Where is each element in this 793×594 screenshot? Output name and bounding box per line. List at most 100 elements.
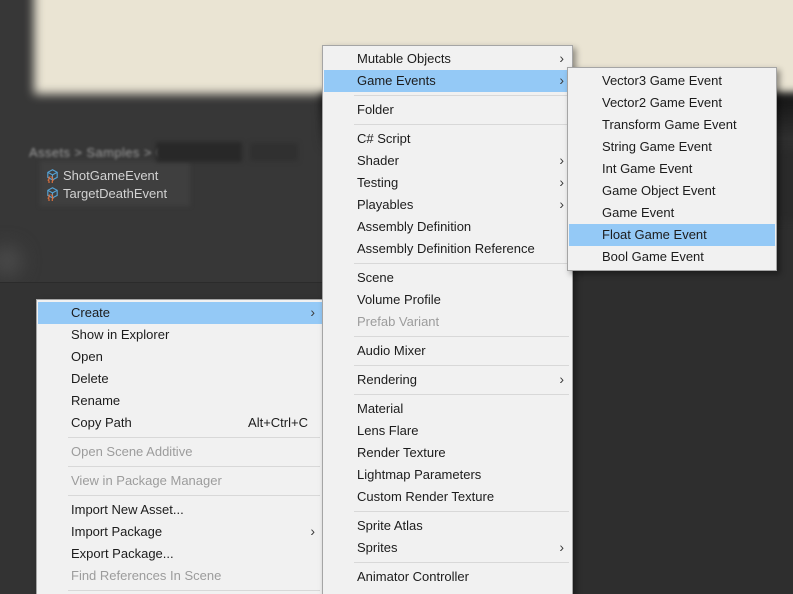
menu-item-c#-script[interactable]: C# Script: [324, 128, 571, 150]
menu-item-label: Custom Render Texture: [357, 489, 495, 504]
menu-item-rendering[interactable]: Rendering ›: [324, 369, 571, 391]
menu-item-bool-game-event[interactable]: Bool Game Event: [569, 246, 775, 268]
menu-item-label: Find References In Scene: [71, 568, 222, 583]
menu-item-animator-controller[interactable]: Animator Controller: [324, 566, 571, 588]
menu-separator: [68, 437, 320, 438]
menu-item-label: Copy Path: [71, 415, 132, 430]
menu-item-game-event[interactable]: Game Event: [569, 202, 775, 224]
menu-item-label: Rendering: [357, 372, 417, 387]
menu-item-testing[interactable]: Testing ›: [324, 172, 571, 194]
menu-separator: [68, 495, 320, 496]
submenu-arrow-icon: ›: [559, 539, 564, 555]
menu-item-label: Open: [71, 349, 103, 364]
menu-item-prefab-variant: Prefab Variant: [324, 311, 571, 333]
menu-item-label: Scene: [357, 270, 394, 285]
menu-item-rename[interactable]: Rename: [38, 390, 322, 412]
menu-item-scene[interactable]: Scene: [324, 267, 571, 289]
menu-item-copy-path[interactable]: Copy Path Alt+Ctrl+C: [38, 412, 322, 434]
asset-label: ShotGameEvent: [63, 167, 159, 183]
menu-separator: [354, 394, 569, 395]
menu-item-custom-render-texture[interactable]: Custom Render Texture: [324, 486, 571, 508]
menu-item-label: Sprites: [357, 540, 398, 555]
menu-item-material[interactable]: Material: [324, 398, 571, 420]
menu-item-mutable-objects[interactable]: Mutable Objects ›: [324, 48, 571, 70]
menu-item-transform-game-event[interactable]: Transform Game Event: [569, 114, 775, 136]
menu-item-sprite-atlas[interactable]: Sprite Atlas: [324, 515, 571, 537]
breadcrumb-chip: [250, 143, 298, 161]
menu-item-label: Playables: [357, 197, 414, 212]
menu-item-label: Testing: [357, 175, 399, 190]
submenu-arrow-icon: ›: [559, 174, 564, 190]
submenu-arrow-icon: ›: [559, 371, 564, 387]
menu-item-label: Assembly Definition Reference: [357, 241, 535, 256]
menu-separator: [354, 511, 569, 512]
menu-item-label: Lightmap Parameters: [357, 467, 482, 482]
menu-item-import-package[interactable]: Import Package ›: [38, 521, 322, 543]
game-events-submenu: Vector3 Game Event Vector2 Game Event Tran…: [567, 67, 777, 271]
menu-item-label: Folder: [357, 102, 394, 117]
menu-item-label: View in Package Manager: [71, 473, 222, 488]
submenu-arrow-icon: ›: [559, 72, 564, 88]
menu-item-find-references-in-scene: Find References In Scene: [38, 565, 322, 587]
submenu-arrow-icon: ›: [559, 196, 564, 212]
menu-item-label: Lens Flare: [357, 423, 419, 438]
menu-item-int-game-event[interactable]: Int Game Event: [569, 158, 775, 180]
menu-item-label: Shader: [357, 153, 399, 168]
menu-item-label: Export Package...: [71, 546, 174, 561]
menu-item-label: Create: [71, 305, 111, 320]
svg-text:{}: {}: [47, 192, 54, 200]
menu-item-label: C# Script: [357, 131, 411, 146]
scriptable-object-icon: {}: [47, 186, 58, 201]
menu-separator: [354, 365, 569, 366]
menu-separator: [354, 124, 569, 125]
menu-item-sprites[interactable]: Sprites ›: [324, 537, 571, 559]
menu-item-render-texture[interactable]: Render Texture: [324, 442, 571, 464]
menu-item-volume-profile[interactable]: Volume Profile: [324, 289, 571, 311]
menu-item-float-game-event[interactable]: Float Game Event: [569, 224, 775, 246]
menu-item-export-package[interactable]: Export Package...: [38, 543, 322, 565]
menu-item-label: Transform Game Event: [602, 117, 737, 132]
menu-item-game-events[interactable]: Game Events ›: [324, 70, 571, 92]
submenu-arrow-icon: ›: [310, 523, 315, 539]
menu-item-open[interactable]: Open: [38, 346, 322, 368]
menu-item-vector3-game-event[interactable]: Vector3 Game Event: [569, 70, 775, 92]
menu-item-label: Game Event: [602, 205, 675, 220]
menu-item-lightmap-parameters[interactable]: Lightmap Parameters: [324, 464, 571, 486]
menu-item-game-object-event[interactable]: Game Object Event: [569, 180, 775, 202]
menu-item-label: Sprite Atlas: [357, 518, 423, 533]
menu-item-shader[interactable]: Shader ›: [324, 150, 571, 172]
menu-item-label: Rename: [71, 393, 121, 408]
menu-item-label: Game Events: [357, 73, 436, 88]
menu-separator: [354, 95, 569, 96]
menu-item-assembly-definition[interactable]: Assembly Definition: [324, 216, 571, 238]
menu-item-view-in-package-manager: View in Package Manager: [38, 470, 322, 492]
menu-item-label: Show in Explorer: [71, 327, 170, 342]
submenu-arrow-icon: ›: [559, 50, 564, 66]
menu-item-label: Int Game Event: [602, 161, 693, 176]
menu-item-lens-flare[interactable]: Lens Flare: [324, 420, 571, 442]
menu-separator: [68, 590, 320, 591]
submenu-arrow-icon: ›: [310, 304, 315, 320]
menu-item-import-new-asset[interactable]: Import New Asset...: [38, 499, 322, 521]
menu-item-assembly-definition-reference[interactable]: Assembly Definition Reference: [324, 238, 571, 260]
menu-item-label: Import Package: [71, 524, 163, 539]
menu-item-string-game-event[interactable]: String Game Event: [569, 136, 775, 158]
menu-item-label: Prefab Variant: [357, 314, 440, 329]
menu-item-folder[interactable]: Folder: [324, 99, 571, 121]
menu-item-delete[interactable]: Delete: [38, 368, 322, 390]
breadcrumb-selected-chip: [156, 142, 242, 162]
menu-item-vector2-game-event[interactable]: Vector2 Game Event: [569, 92, 775, 114]
menu-item-playables[interactable]: Playables ›: [324, 194, 571, 216]
menu-item-open-scene-additive: Open Scene Additive: [38, 441, 322, 463]
menu-item-label: Open Scene Additive: [71, 444, 193, 459]
asset-label: TargetDeathEvent: [63, 185, 168, 201]
menu-item-label: Material: [357, 401, 404, 416]
asset-row-targetdeathevent[interactable]: {} TargetDeathEvent: [45, 184, 167, 202]
menu-item-label: Delete: [71, 371, 109, 386]
menu-separator: [354, 562, 569, 563]
menu-item-create[interactable]: Create ›: [38, 302, 322, 324]
create-submenu: Mutable Objects › Game Events › Folder C# Scr…: [322, 45, 573, 594]
menu-item-audio-mixer[interactable]: Audio Mixer: [324, 340, 571, 362]
menu-item-show-in-explorer[interactable]: Show in Explorer: [38, 324, 322, 346]
asset-row-shotgameevent[interactable]: {} ShotGameEvent: [45, 166, 158, 184]
